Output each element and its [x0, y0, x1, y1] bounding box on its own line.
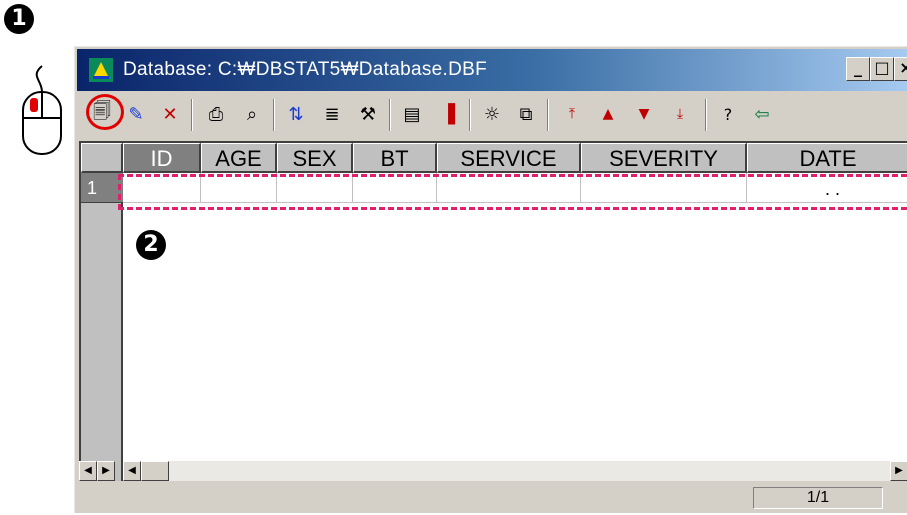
format-icon[interactable]: ≣	[317, 99, 347, 129]
mouse-left-click-icon	[22, 65, 62, 155]
scroll-first-button[interactable]: ◀	[79, 461, 97, 481]
toolbar-separator	[547, 99, 549, 131]
tools-icon[interactable]: ⚒	[353, 99, 383, 129]
find-icon[interactable]: ⌕	[237, 99, 267, 129]
column-header-service[interactable]: SERVICE	[437, 143, 581, 173]
column-header-sex[interactable]: SEX	[277, 143, 353, 173]
next-record-icon[interactable]: ▼	[629, 99, 659, 129]
analysis-icon[interactable]: ☼	[477, 99, 507, 129]
row-selection-outline	[118, 174, 907, 210]
toolbar-separator	[191, 99, 193, 131]
toolbar-separator	[389, 99, 391, 131]
previous-record-icon[interactable]: ▲	[593, 99, 623, 129]
toolbar-separator	[469, 99, 471, 131]
maximize-button[interactable]: □	[870, 57, 894, 81]
help-icon[interactable]: ?	[713, 99, 743, 129]
database-window: Database: C:₩DBSTAT5₩Database.DBF _ □ × …	[74, 46, 907, 513]
first-record-icon[interactable]: ⤒	[557, 99, 587, 129]
window-icon[interactable]: ▤	[397, 99, 427, 129]
exit-icon[interactable]: ⇦	[747, 99, 777, 129]
title-bar[interactable]: Database: C:₩DBSTAT5₩Database.DBF _ □ ×	[77, 49, 907, 91]
column-header-bt[interactable]: BT	[353, 143, 437, 173]
corner-cell[interactable]	[81, 143, 123, 173]
step-2-marker: 2	[136, 230, 166, 260]
chart-icon[interactable]: ▐	[433, 99, 463, 129]
minimize-button[interactable]: _	[846, 57, 870, 81]
print-icon[interactable]: ⎙	[201, 99, 231, 129]
copy-icon[interactable]: ⧉	[511, 99, 541, 129]
row-header-1[interactable]: 1	[81, 173, 123, 203]
sort-icon[interactable]: ⇅	[281, 99, 311, 129]
step-1-marker: 1	[4, 4, 34, 34]
edit-icon[interactable]: ✎	[121, 99, 151, 129]
toolbar-separator	[705, 99, 707, 131]
scroll-left-button[interactable]: ▶	[97, 461, 115, 481]
app-icon	[89, 58, 113, 82]
hscroll-left-arrow[interactable]: ◀	[123, 461, 141, 481]
hscroll-track[interactable]	[169, 461, 890, 481]
toolbar: 🗐 ✎ ✕ ⎙ ⌕ ⇅ ≣ ⚒ ▤ ▐ ☼ ⧉ ⤒ ▲ ▼ ⤓ ? ⇦	[77, 93, 907, 137]
delete-icon[interactable]: ✕	[155, 99, 185, 129]
window-title: Database: C:₩DBSTAT5₩Database.DBF	[123, 59, 487, 80]
hscroll-right-arrow[interactable]: ▶	[890, 461, 907, 481]
highlight-circle	[86, 94, 124, 130]
toolbar-separator	[273, 99, 275, 131]
column-header-id[interactable]: ID	[123, 143, 201, 173]
close-button[interactable]: ×	[894, 57, 907, 81]
column-header-date[interactable]: DATE	[747, 143, 907, 173]
last-record-icon[interactable]: ⤓	[665, 99, 695, 129]
column-header-age[interactable]: AGE	[201, 143, 277, 173]
hscroll-thumb[interactable]	[141, 461, 169, 481]
record-position: 1/1	[753, 487, 883, 509]
column-header-severity[interactable]: SEVERITY	[581, 143, 747, 173]
